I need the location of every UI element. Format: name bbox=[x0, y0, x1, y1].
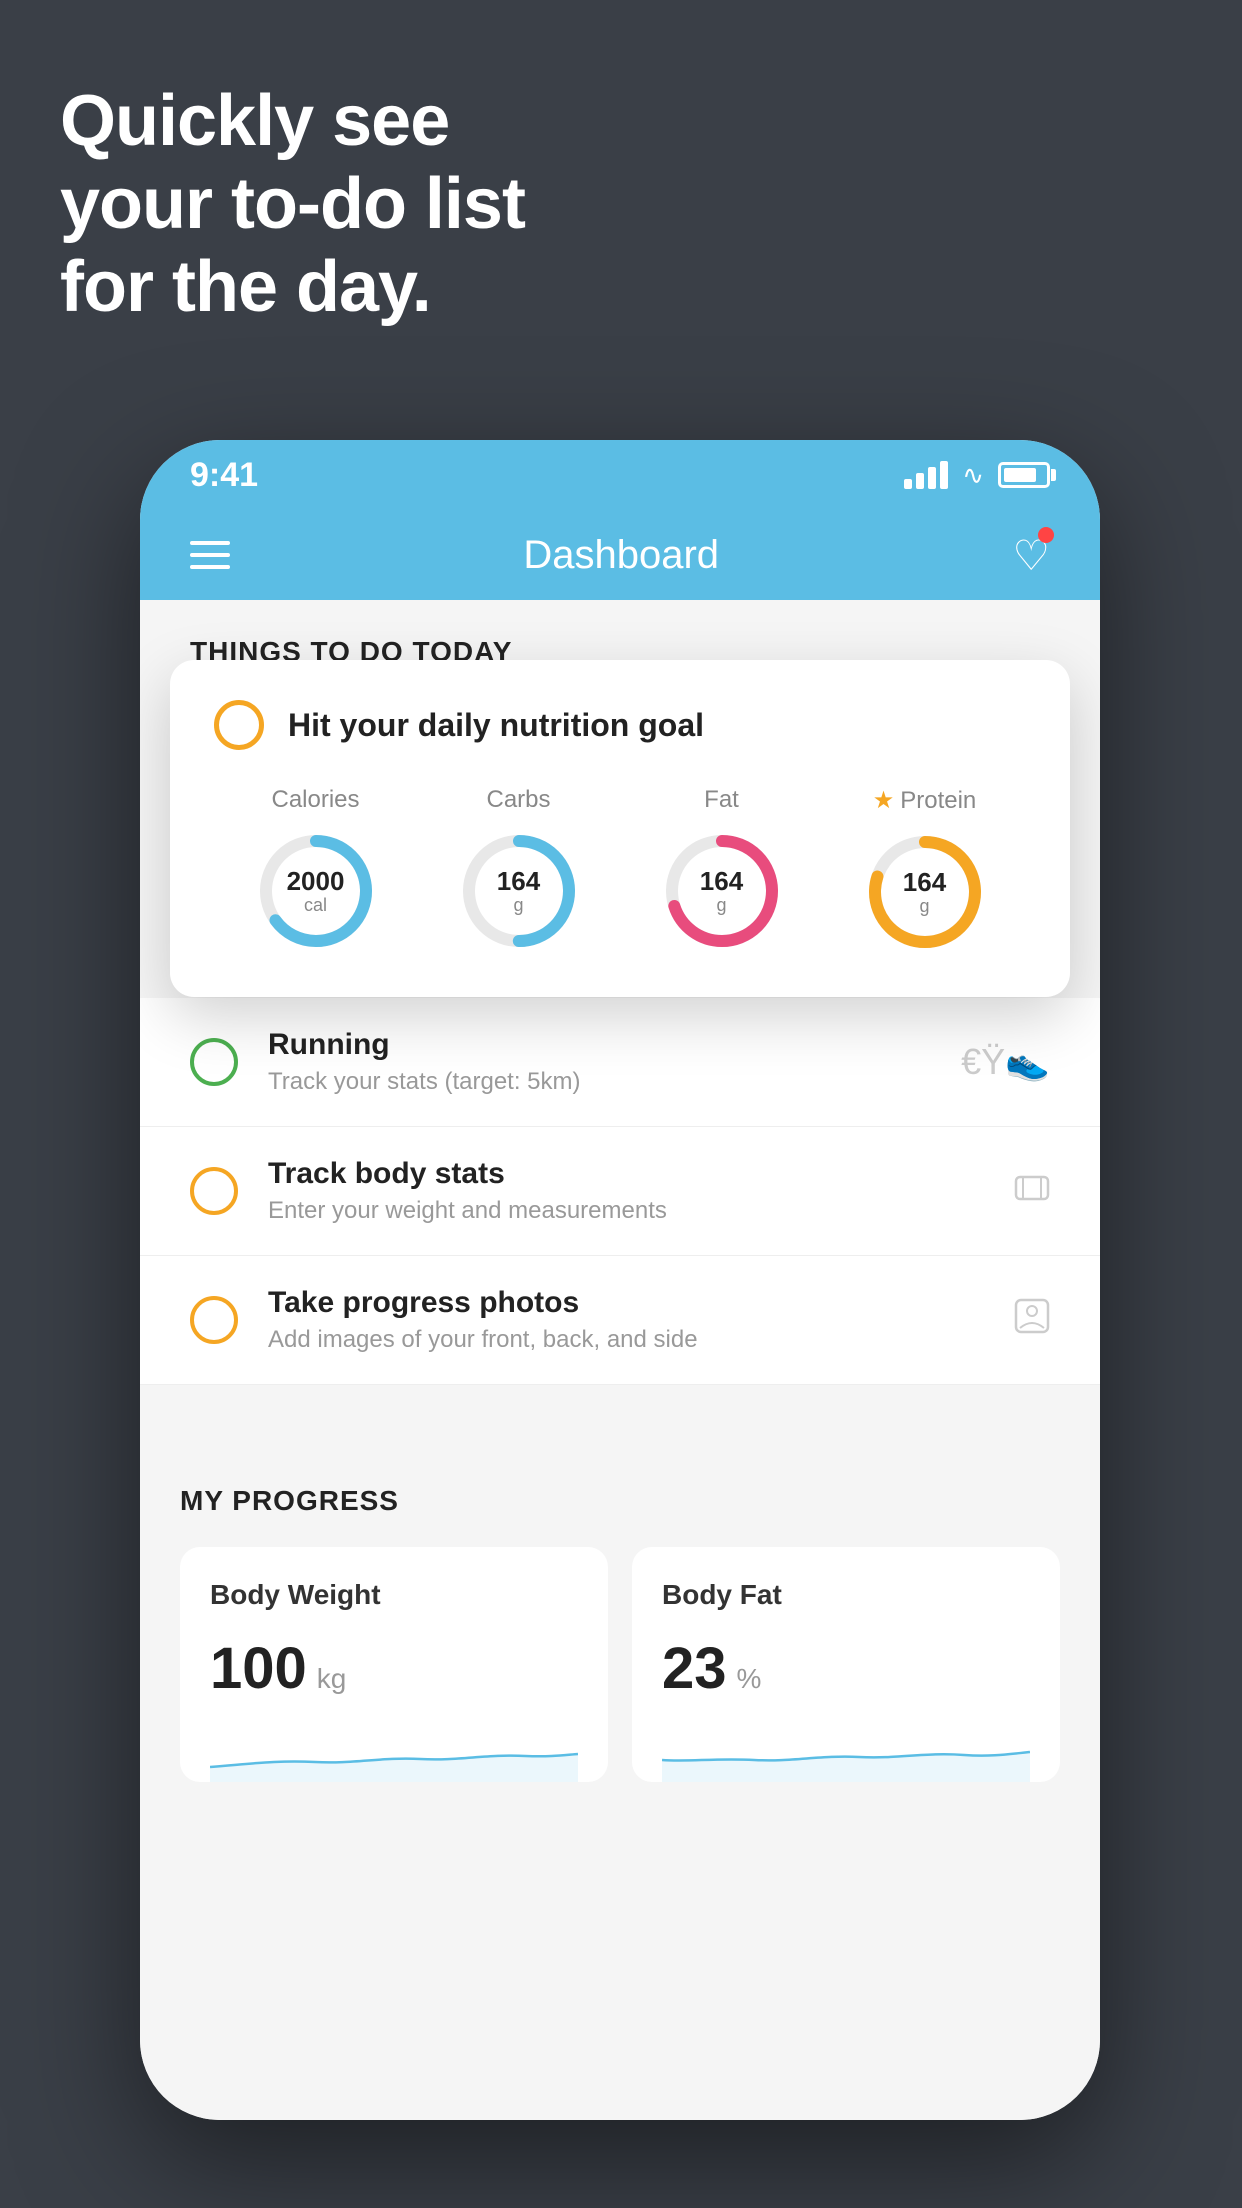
hero-line1: Quickly see bbox=[60, 80, 525, 163]
fat-stat: Fat 164 g bbox=[657, 786, 787, 956]
body-weight-unit: kg bbox=[317, 1663, 347, 1695]
status-icons: ∿ bbox=[904, 460, 1050, 491]
calories-value: 2000 bbox=[287, 867, 345, 896]
todo-item-photos[interactable]: Take progress photos Add images of your … bbox=[140, 1256, 1100, 1385]
body-weight-card[interactable]: Body Weight 100 kg bbox=[180, 1547, 608, 1782]
calories-unit: cal bbox=[287, 895, 345, 915]
body-fat-card[interactable]: Body Fat 23 % bbox=[632, 1547, 1060, 1782]
progress-section: MY PROGRESS Body Weight 100 kg bbox=[140, 1435, 1100, 1822]
todo-text-photos: Take progress photos Add images of your … bbox=[268, 1286, 984, 1354]
protein-stat: ★ Protein 164 g bbox=[860, 786, 990, 957]
nutrition-header: Hit your daily nutrition goal bbox=[214, 700, 1026, 750]
carbs-stat: Carbs 164 g bbox=[454, 786, 584, 956]
notification-bell-button[interactable]: ♡ bbox=[1012, 531, 1050, 580]
nutrition-goal-title: Hit your daily nutrition goal bbox=[288, 707, 704, 744]
todo-desc-photos: Add images of your front, back, and side bbox=[268, 1326, 984, 1354]
notification-dot bbox=[1038, 527, 1054, 543]
protein-label: ★ Protein bbox=[873, 786, 977, 815]
body-weight-value: 100 bbox=[210, 1635, 307, 1702]
hamburger-line bbox=[190, 565, 230, 569]
body-weight-chart bbox=[210, 1722, 578, 1782]
phone-screen: 9:41 ∿ Dashboard bbox=[140, 440, 1100, 2120]
calories-label: Calories bbox=[271, 786, 359, 814]
battery-icon bbox=[998, 462, 1050, 488]
phone-mockup: 9:41 ∿ Dashboard bbox=[140, 440, 1100, 2120]
body-fat-chart bbox=[662, 1722, 1030, 1782]
todo-name-running: Running bbox=[268, 1028, 931, 1062]
goal-check-circle[interactable] bbox=[214, 700, 264, 750]
status-bar: 9:41 ∿ bbox=[140, 440, 1100, 510]
body-fat-title: Body Fat bbox=[662, 1579, 1030, 1611]
progress-cards: Body Weight 100 kg bbox=[180, 1547, 1060, 1782]
todo-name-body-stats: Track body stats bbox=[268, 1157, 984, 1191]
status-time: 9:41 bbox=[190, 456, 258, 495]
star-icon: ★ bbox=[873, 786, 895, 815]
todo-circle-body-stats bbox=[190, 1167, 238, 1215]
hero-text: Quickly see your to-do list for the day. bbox=[60, 80, 525, 328]
todo-circle-running bbox=[190, 1038, 238, 1086]
nav-bar: Dashboard ♡ bbox=[140, 510, 1100, 600]
spacer bbox=[140, 1385, 1100, 1435]
body-fat-value-row: 23 % bbox=[662, 1635, 1030, 1702]
body-weight-title: Body Weight bbox=[210, 1579, 578, 1611]
hamburger-line bbox=[190, 553, 230, 557]
protein-value: 164 bbox=[903, 868, 946, 897]
protein-unit: g bbox=[903, 896, 946, 916]
scale-icon bbox=[1014, 1169, 1050, 1214]
shoe-icon: €Ÿ👟 bbox=[961, 1041, 1050, 1083]
progress-header: MY PROGRESS bbox=[180, 1485, 1060, 1517]
todo-item-running[interactable]: Running Track your stats (target: 5km) €… bbox=[140, 998, 1100, 1127]
todo-desc-body-stats: Enter your weight and measurements bbox=[268, 1197, 984, 1225]
protein-donut: 164 g bbox=[860, 827, 990, 957]
todo-name-photos: Take progress photos bbox=[268, 1286, 984, 1320]
fat-label: Fat bbox=[704, 786, 739, 814]
nutrition-stats: Calories 2000 cal bbox=[214, 786, 1026, 957]
carbs-unit: g bbox=[497, 895, 540, 915]
nutrition-goal-card: Hit your daily nutrition goal Calories bbox=[170, 660, 1070, 997]
body-weight-value-row: 100 kg bbox=[210, 1635, 578, 1702]
fat-unit: g bbox=[700, 895, 743, 915]
calories-stat: Calories 2000 cal bbox=[251, 786, 381, 956]
body-fat-unit: % bbox=[737, 1663, 762, 1695]
hero-line3: for the day. bbox=[60, 246, 525, 329]
content-area: THINGS TO DO TODAY Hit your daily nutrit… bbox=[140, 600, 1100, 2120]
carbs-label: Carbs bbox=[486, 786, 550, 814]
fat-value: 164 bbox=[700, 867, 743, 896]
person-icon bbox=[1014, 1298, 1050, 1343]
todo-circle-photos bbox=[190, 1296, 238, 1344]
wifi-icon: ∿ bbox=[962, 460, 984, 491]
carbs-value: 164 bbox=[497, 867, 540, 896]
hero-line2: your to-do list bbox=[60, 163, 525, 246]
todo-item-body-stats[interactable]: Track body stats Enter your weight and m… bbox=[140, 1127, 1100, 1256]
body-fat-value: 23 bbox=[662, 1635, 727, 1702]
carbs-donut: 164 g bbox=[454, 826, 584, 956]
fat-donut: 164 g bbox=[657, 826, 787, 956]
menu-button[interactable] bbox=[190, 541, 230, 569]
hamburger-line bbox=[190, 541, 230, 545]
calories-donut: 2000 cal bbox=[251, 826, 381, 956]
signal-icon bbox=[904, 461, 948, 489]
todo-desc-running: Track your stats (target: 5km) bbox=[268, 1068, 931, 1096]
todo-text-running: Running Track your stats (target: 5km) bbox=[268, 1028, 931, 1096]
todo-text-body-stats: Track body stats Enter your weight and m… bbox=[268, 1157, 984, 1225]
todo-list: Running Track your stats (target: 5km) €… bbox=[140, 998, 1100, 1385]
nav-title: Dashboard bbox=[523, 533, 719, 578]
